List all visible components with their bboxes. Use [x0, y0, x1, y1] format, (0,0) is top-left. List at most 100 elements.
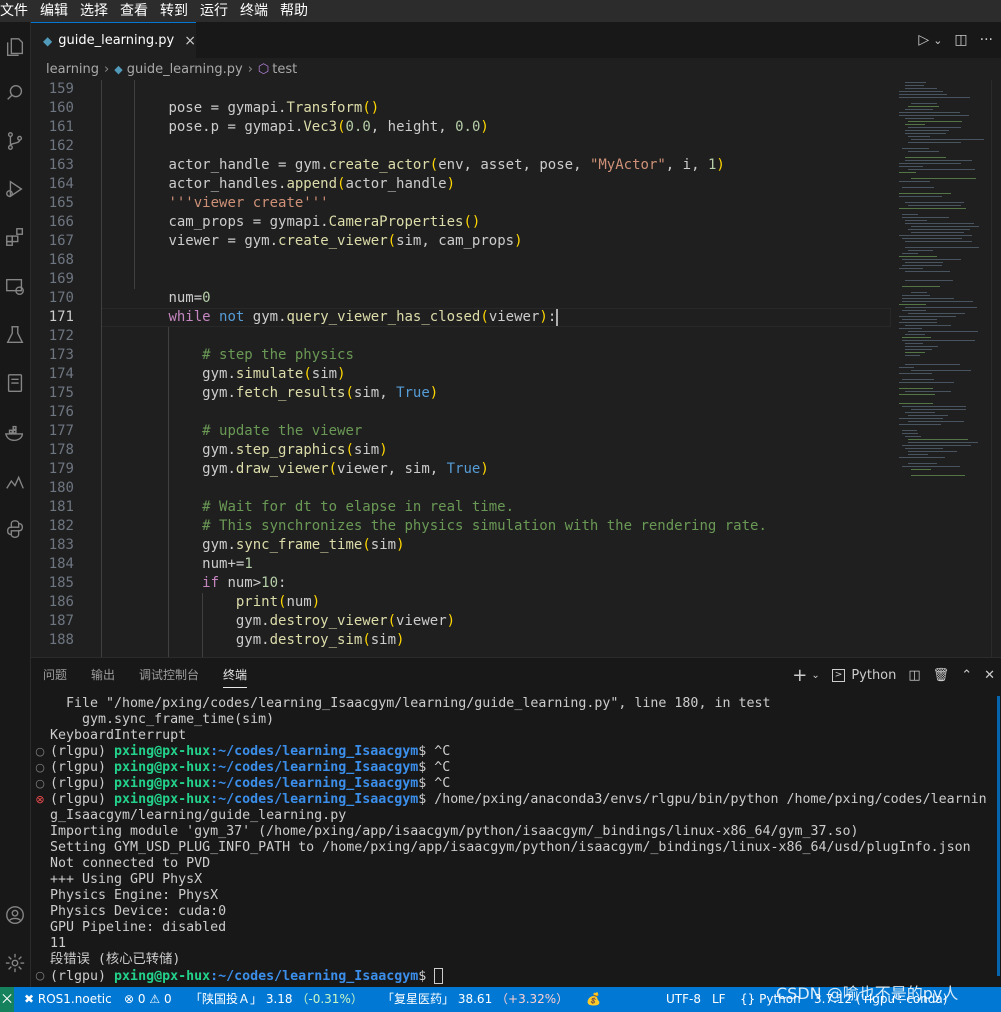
editor-tab-bar: ◆ guide_learning.py × ▷ ⌄ ◫ ··· — [31, 22, 1001, 58]
line-number: 167 — [48, 233, 74, 249]
testing-icon[interactable] — [0, 320, 30, 350]
code-line: num+=1 — [202, 556, 253, 572]
account-icon[interactable] — [0, 900, 30, 930]
line-number-current: 171 — [48, 309, 74, 325]
warning-count: 0 — [163, 992, 172, 1006]
terminal-line: (rlgpu) pxing@px-hux:~/codes/learning_Is… — [50, 776, 451, 791]
tab-debug-console[interactable]: 调试控制台 — [127, 658, 211, 692]
activity-bar — [0, 22, 31, 988]
terminal-line: gym.sync_frame_time(sim) — [50, 712, 275, 727]
encoding-status[interactable]: UTF-8 — [666, 987, 701, 1012]
command-success-icon[interactable]: ○ — [35, 968, 45, 984]
line-number: 169 — [48, 271, 74, 287]
menu-file[interactable]: 文件 — [0, 0, 34, 22]
ros-status[interactable]: ✖ ROS1.noetic — [24, 987, 112, 1012]
terminal-shell-label[interactable]: Python — [851, 668, 896, 683]
extensions-icon[interactable] — [0, 222, 30, 252]
terminal-output[interactable]: File "/home/pxing/codes/learning_Isaacgy… — [31, 696, 991, 988]
line-number: 163 — [48, 157, 74, 173]
command-success-icon[interactable]: ○ — [35, 760, 45, 776]
line-number: 160 — [48, 100, 74, 116]
code-line: while not gym.query_viewer_has_closed(vi… — [168, 308, 559, 326]
ros-label: ROS1.noetic — [37, 992, 112, 1006]
trash-icon[interactable]: 🗑 — [933, 668, 950, 683]
close-tab-icon[interactable]: × — [184, 33, 196, 49]
stock-ticker-2[interactable]: 「复星医药」 38.61 （+3.32%） — [382, 987, 568, 1012]
line-number: 188 — [48, 632, 74, 648]
tab-guide-learning[interactable]: ◆ guide_learning.py × — [31, 22, 196, 58]
breadcrumb: learning › ◆ guide_learning.py › ⬡ test — [31, 58, 1001, 80]
editor-scrollbar[interactable] — [991, 80, 1001, 657]
command-success-icon[interactable]: ○ — [35, 776, 45, 792]
code-line: pose = gymapi.Transform() — [168, 100, 380, 116]
remote-indicator-icon[interactable]: ⨉ — [0, 987, 14, 1012]
warning-icon: ⚠ — [149, 992, 161, 1006]
braces-icon: {} — [740, 992, 756, 1006]
minimap[interactable] — [891, 80, 991, 657]
notebook-icon[interactable] — [0, 368, 30, 398]
run-dropdown-icon[interactable]: ⌄ — [933, 34, 942, 47]
eol-status[interactable]: LF — [712, 987, 726, 1012]
menu-edit[interactable]: 编辑 — [34, 0, 74, 22]
line-number: 172 — [48, 328, 74, 344]
maximize-panel-icon[interactable]: ⌃ — [961, 668, 972, 683]
bottom-panel: 问题 输出 调试控制台 终端 + ⌄ > Python ◫ 🗑 ⌃ ✕ File… — [31, 657, 1001, 988]
menu-selection[interactable]: 选择 — [74, 0, 114, 22]
command-error-icon[interactable]: ⊗ — [35, 792, 45, 808]
line-number: 185 — [48, 575, 74, 591]
code-editor[interactable]: 159 160 161 162 163 164 165 166 167 168 … — [31, 80, 1001, 657]
settings-gear-icon[interactable] — [0, 948, 30, 978]
command-success-icon[interactable]: ○ — [35, 744, 45, 760]
split-editor-icon[interactable]: ◫ — [954, 32, 967, 48]
stock-ticker-1[interactable]: 「陕国投Ａ」 3.18 （-0.31%） — [190, 987, 363, 1012]
code-line: gym.fetch_results(sim, True) — [202, 385, 439, 401]
close-panel-icon[interactable]: ✕ — [984, 668, 995, 683]
terminal-line: +++ Using GPU PhysX — [50, 872, 203, 887]
code-line: gym.draw_viewer(viewer, sim, True) — [202, 461, 489, 477]
breadcrumb-symbol[interactable]: test — [272, 62, 297, 77]
terminal-line: 段错误 (核心已转储) — [50, 952, 181, 967]
menu-terminal[interactable]: 终端 — [234, 0, 274, 22]
split-terminal-icon[interactable]: ◫ — [908, 668, 920, 683]
terminal-line: (rlgpu) pxing@px-hux:~/codes/learning_Is… — [50, 760, 451, 775]
problems-status[interactable]: ⊗ 0 ⚠ 0 — [124, 987, 172, 1012]
line-number: 159 — [48, 81, 74, 97]
ros-icon: ✖ — [24, 992, 35, 1006]
terminal-scrollbar[interactable] — [997, 696, 1000, 976]
line-number: 179 — [48, 461, 74, 477]
tab-output[interactable]: 输出 — [79, 658, 127, 692]
terminal-cursor — [434, 968, 444, 984]
code-line: if num>10: — [202, 575, 287, 591]
run-debug-icon[interactable] — [0, 174, 30, 204]
line-number: 165 — [48, 195, 74, 211]
run-file-icon[interactable]: ▷ — [918, 32, 929, 48]
menu-go[interactable]: 转到 — [154, 0, 194, 22]
money-bag-icon[interactable]: 💰 — [586, 987, 601, 1012]
ros-icon[interactable] — [0, 466, 30, 496]
menu-run[interactable]: 运行 — [194, 0, 234, 22]
remote-explorer-icon[interactable] — [0, 272, 30, 302]
new-terminal-icon[interactable]: + — [792, 665, 807, 686]
error-count: 0 — [137, 992, 146, 1006]
terminal-line: Not connected to PVD — [50, 856, 211, 871]
tab-terminal[interactable]: 终端 — [211, 658, 259, 692]
breadcrumb-file[interactable]: guide_learning.py — [127, 62, 243, 77]
code-line: gym.simulate(sim) — [202, 366, 346, 382]
menu-help[interactable]: 帮助 — [274, 0, 314, 22]
source-control-icon[interactable] — [0, 126, 30, 156]
line-number: 162 — [48, 138, 74, 154]
python-icon[interactable] — [0, 514, 30, 544]
terminal-line: KeyboardInterrupt — [50, 728, 187, 743]
stock-change: （+3.32%） — [496, 992, 569, 1006]
docker-icon[interactable] — [0, 418, 30, 448]
search-icon[interactable] — [0, 78, 30, 108]
breadcrumb-folder[interactable]: learning — [46, 62, 99, 77]
explorer-icon[interactable] — [0, 32, 30, 62]
tab-problems[interactable]: 问题 — [31, 658, 79, 692]
code-line: actor_handle = gym.create_actor(env, ass… — [168, 157, 725, 173]
more-actions-icon[interactable]: ··· — [980, 32, 993, 48]
line-number: 182 — [48, 518, 74, 534]
chevron-down-icon[interactable]: ⌄ — [811, 670, 819, 681]
menu-view[interactable]: 查看 — [114, 0, 154, 22]
python-file-icon: ◆ — [43, 33, 53, 48]
